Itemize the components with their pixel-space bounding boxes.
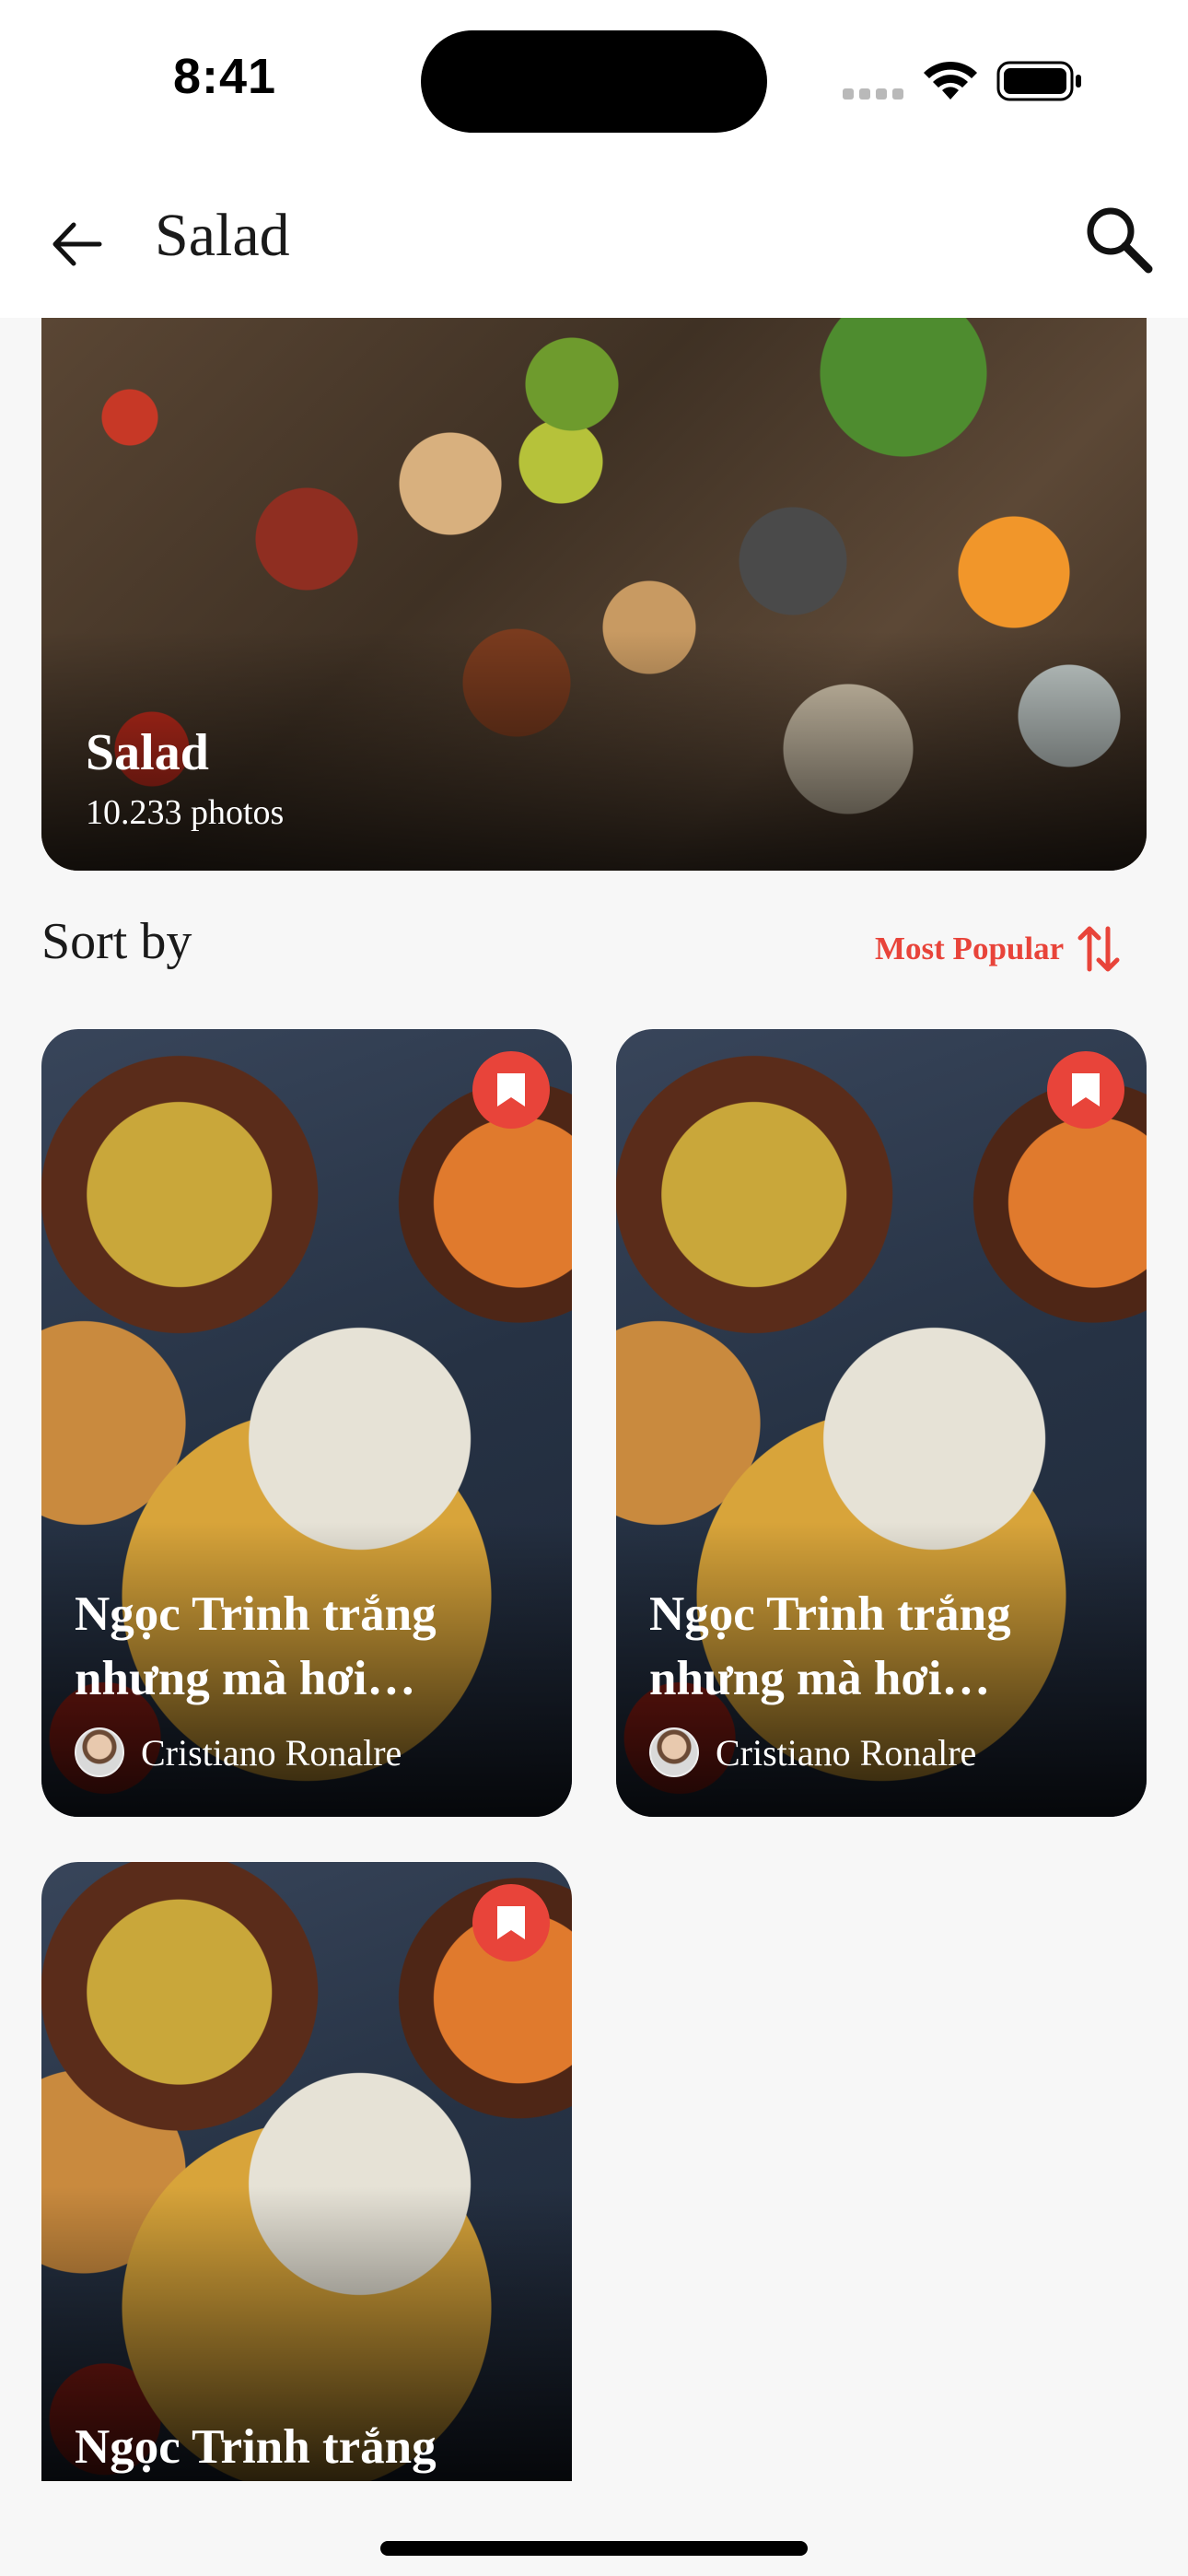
sort-by-label: Sort by: [41, 913, 192, 970]
bookmark-icon: [1072, 1073, 1100, 1107]
bookmark-button[interactable]: [1047, 1051, 1124, 1129]
recipe-title: Ngọc Trinh trắng: [75, 2420, 437, 2474]
avatar: [75, 1727, 124, 1777]
author-name: Cristiano Ronalre: [141, 1731, 402, 1774]
recipe-card[interactable]: Ngọc Trinh trắng nhưng mà hơi… Cristiano…: [616, 1029, 1147, 1817]
sort-arrows-icon: [1077, 926, 1120, 972]
sort-value: Most Popular: [875, 931, 1065, 966]
avatar: [649, 1727, 699, 1777]
bookmark-button[interactable]: [472, 1884, 550, 1961]
wifi-icon: [924, 61, 977, 100]
bookmark-icon: [497, 1073, 525, 1107]
recipe-author: Cristiano Ronalre: [649, 1727, 976, 1777]
status-time: 8:41: [173, 49, 277, 104]
status-bar: 8:41: [0, 0, 1188, 157]
dynamic-island: [421, 30, 767, 133]
back-arrow-icon[interactable]: [48, 216, 105, 273]
hero-title: Salad: [86, 724, 209, 781]
recipe-card[interactable]: Ngọc Trinh trắng nhưng mà hơi… Cristiano…: [41, 1029, 572, 1817]
recipe-card[interactable]: Ngọc Trinh trắng: [41, 1862, 572, 2481]
recipe-title: Ngọc Trinh trắng nhưng mà hơi…: [649, 1587, 1011, 1705]
bookmark-icon: [497, 1906, 525, 1939]
battery-icon: [996, 61, 1081, 101]
recipe-author: Cristiano Ronalre: [75, 1727, 402, 1777]
recipe-title: Ngọc Trinh trắng nhưng mà hơi…: [75, 1587, 437, 1705]
signal-icon: [843, 87, 903, 100]
top-app-bar: Salad: [0, 157, 1188, 318]
author-name: Cristiano Ronalre: [716, 1731, 977, 1774]
search-icon[interactable]: [1082, 203, 1154, 275]
bookmark-button[interactable]: [472, 1051, 550, 1129]
sort-dropdown[interactable]: Most Popular: [875, 923, 1121, 975]
page-title: Salad: [155, 202, 290, 269]
hero-photo-count: 10.233 photos: [86, 793, 285, 832]
home-indicator[interactable]: [380, 2541, 808, 2556]
category-hero-image: Salad 10.233 photos: [41, 318, 1147, 871]
